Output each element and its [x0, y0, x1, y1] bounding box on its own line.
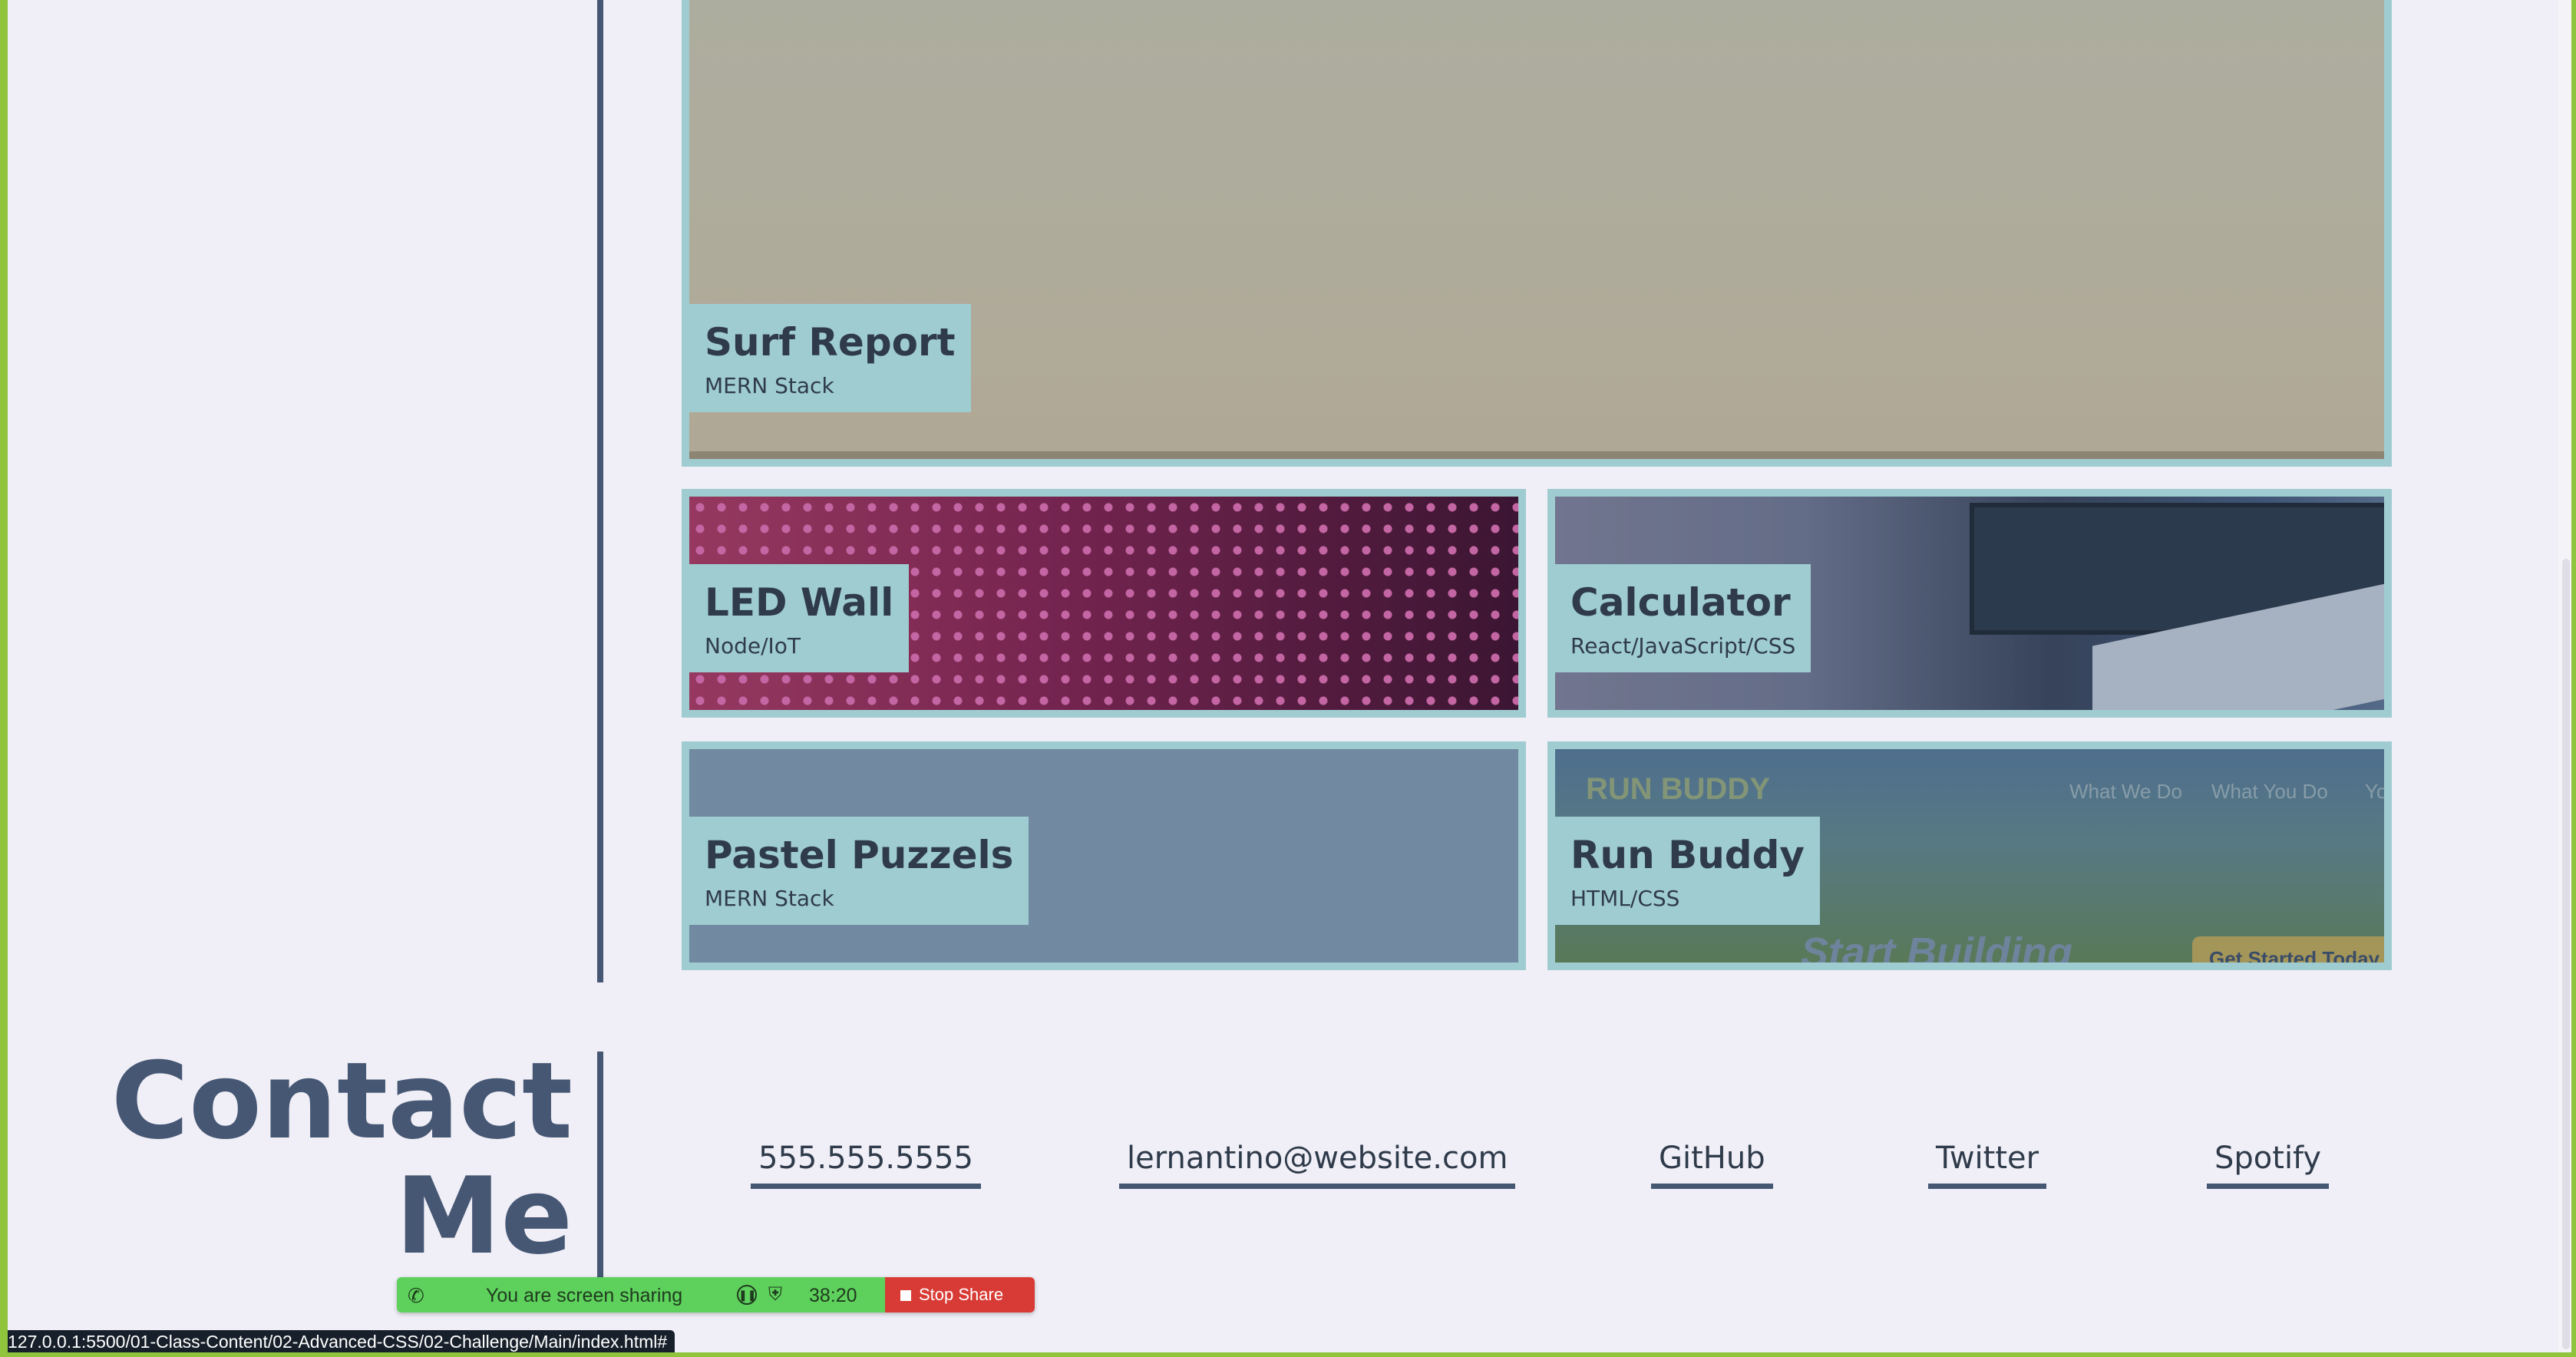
project-title: Surf Report: [705, 320, 956, 365]
project-card-surf-report[interactable]: Surf Report MERN Stack: [682, 0, 2392, 467]
contact-link-twitter[interactable]: Twitter: [1928, 1141, 2047, 1189]
project-label: Run Buddy HTML/CSS: [1555, 817, 1820, 925]
project-label: LED Wall Node/IoT: [689, 564, 910, 672]
project-title: LED Wall: [705, 580, 894, 625]
window-frame-left: [0, 0, 8, 1357]
stop-icon: [900, 1290, 911, 1301]
project-stack: MERN Stack: [705, 885, 834, 911]
contact-link-phone[interactable]: 555.555.5555: [751, 1141, 981, 1189]
project-label: Pastel Puzzels MERN Stack: [689, 817, 1029, 925]
project-card-pastel-puzzels[interactable]: Pastel Puzzels MERN Stack: [682, 741, 1526, 970]
window-frame-right: [2571, 0, 2576, 1357]
screen-share-status[interactable]: ✆ You are screen sharing ❚❚ ⛨ 38:20: [397, 1277, 885, 1312]
contact-heading-line: Contact: [111, 1039, 573, 1163]
pause-icon[interactable]: ❚❚: [737, 1285, 757, 1305]
contact-heading: Contact Me: [111, 1044, 573, 1274]
project-label: Surf Report MERN Stack: [689, 304, 971, 412]
stop-share-label: Stop Share: [919, 1285, 1004, 1304]
screen-share-message: You are screen sharing: [486, 1285, 683, 1306]
project-stack: MERN Stack: [705, 372, 834, 398]
screen-share-timer: 38:20: [809, 1285, 857, 1306]
project-image-detail: [689, 451, 2384, 459]
project-title: Run Buddy: [1570, 833, 1805, 877]
status-bar-url: 127.0.0.1:5500/01-Class-Content/02-Advan…: [5, 1330, 675, 1355]
contact-link-email[interactable]: lernantino@website.com: [1119, 1141, 1516, 1189]
stop-share-button[interactable]: Stop Share: [885, 1277, 1035, 1312]
scrollbar-thumb[interactable]: [2562, 559, 2570, 1349]
project-stack: HTML/CSS: [1570, 885, 1680, 911]
work-section-divider: [597, 0, 603, 982]
project-title: Calculator: [1570, 580, 1791, 625]
contact-link-github[interactable]: GitHub: [1651, 1141, 1773, 1189]
project-stack: React/JavaScript/CSS: [1570, 632, 1796, 659]
project-card-led-wall[interactable]: LED Wall Node/IoT: [682, 489, 1526, 718]
project-title: Pastel Puzzels: [705, 833, 1014, 877]
window-frame-bottom: [0, 1352, 2576, 1357]
project-label: Calculator React/JavaScript/CSS: [1555, 564, 1811, 672]
project-card-run-buddy[interactable]: RUN BUDDY What We Do What You Do Yo Star…: [1547, 741, 2392, 970]
screen-share-bar: ✆ You are screen sharing ❚❚ ⛨ 38:20 Stop…: [397, 1277, 1035, 1312]
project-card-calculator[interactable]: Calculator React/JavaScript/CSS: [1547, 489, 2392, 718]
browser-viewport: Surf Report MERN Stack LED Wall Node/IoT…: [0, 0, 2576, 1357]
shield-icon[interactable]: ⛨: [768, 1284, 782, 1306]
phone-icon: ✆: [408, 1284, 424, 1307]
contact-heading-line: Me: [395, 1154, 573, 1278]
project-stack: Node/IoT: [705, 632, 801, 659]
contact-link-spotify[interactable]: Spotify: [2207, 1141, 2330, 1189]
contact-section-divider: [597, 1052, 603, 1282]
